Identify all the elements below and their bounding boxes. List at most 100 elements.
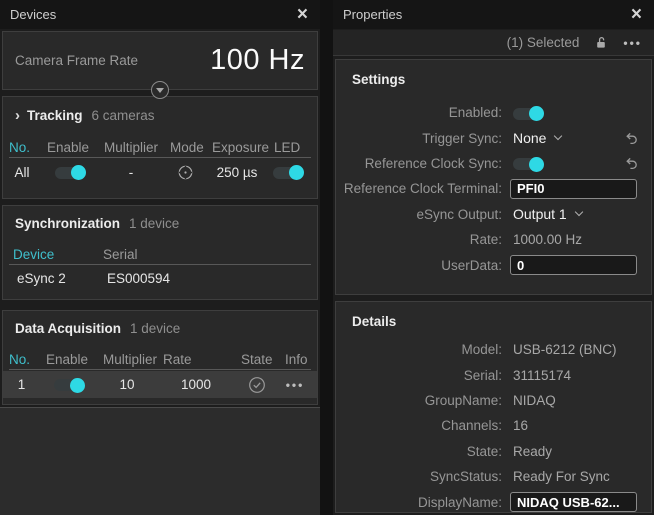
synchronization-header: Synchronization 1 device [3, 206, 317, 231]
displayname-label: DisplayName: [336, 495, 502, 510]
sync-table-header: Device Serial [3, 244, 317, 265]
tracking-row-exposure[interactable]: 250 µs [206, 165, 268, 180]
displayname-row: DisplayName: [336, 489, 651, 514]
esync-output-select[interactable]: Output 1 [513, 206, 582, 222]
daq-row-multiplier[interactable]: 10 [97, 377, 157, 392]
channels-row: Channels: 16 [336, 413, 651, 438]
col-info: Info [279, 352, 311, 367]
syncstatus-label: SyncStatus: [336, 469, 502, 484]
col-mode: Mode [164, 140, 206, 155]
settings-section: Settings Enabled: Trigger Sync: None [335, 59, 652, 295]
col-exposure: Exposure [206, 140, 268, 155]
esync-output-value: Output 1 [513, 206, 567, 222]
esync-output-row: eSync Output: Output 1 [336, 202, 651, 227]
rate-row: Rate: 1000.00 Hz [336, 227, 651, 252]
syncstatus-row: SyncStatus: Ready For Sync [336, 464, 651, 489]
sync-row-device: eSync 2 [3, 271, 93, 286]
serial-row: Serial: 31115174 [336, 362, 651, 387]
properties-titlebar: Properties × [333, 0, 654, 29]
properties-panel-title: Properties [343, 7, 402, 22]
col-enable: Enable [41, 140, 98, 155]
reference-clock-terminal-label: Reference Clock Terminal: [336, 181, 502, 196]
reference-clock-sync-row: Reference Clock Sync: [336, 151, 651, 176]
undo-icon [624, 156, 638, 170]
serial-value: 31115174 [513, 368, 571, 383]
unlock-icon[interactable] [595, 36, 607, 49]
reference-clock-terminal-row: Reference Clock Terminal: [336, 176, 651, 201]
col-serial: Serial [93, 247, 317, 262]
daq-info-menu-icon[interactable]: ••• [279, 378, 311, 392]
daq-row-no: 1 [3, 377, 40, 392]
tracking-enable-toggle[interactable] [55, 167, 85, 179]
serial-label: Serial: [336, 368, 502, 383]
rate-label: Rate: [336, 232, 502, 247]
userdata-row: UserData: [336, 252, 651, 277]
groupname-label: GroupName: [336, 393, 502, 408]
syncstatus-value: Ready For Sync [513, 469, 610, 484]
reference-clock-sync-reset-button[interactable] [624, 156, 638, 170]
undo-icon [624, 131, 638, 145]
expander-chevron-icon[interactable]: › [15, 107, 20, 124]
properties-toolbar: (1) Selected ••• [333, 30, 654, 56]
settings-title: Settings [336, 60, 651, 87]
synchronization-count: 1 device [129, 216, 179, 231]
daq-device-row-selected[interactable]: 1 10 1000 ••• [3, 371, 317, 398]
daq-enable-toggle[interactable] [54, 379, 84, 391]
properties-panel: Properties × (1) Selected ••• Settings E… [333, 0, 654, 515]
tracking-mode-icon[interactable] [177, 164, 194, 181]
model-value: USB-6212 (BNC) [513, 342, 617, 357]
sync-device-row[interactable]: eSync 2 ES000594 [3, 265, 317, 291]
model-row: Model: USB-6212 (BNC) [336, 337, 651, 362]
tracking-all-row[interactable]: All - 250 µs [3, 158, 317, 186]
chevron-down-icon [156, 88, 164, 93]
enabled-label: Enabled: [336, 105, 502, 120]
devices-panel-title: Devices [10, 7, 56, 22]
daq-row-rate[interactable]: 1000 [157, 377, 235, 392]
trigger-sync-select[interactable]: None [513, 130, 561, 146]
col-led: LED [268, 140, 307, 155]
chevron-down-icon [554, 132, 562, 140]
sync-row-serial: ES000594 [93, 271, 317, 286]
reference-clock-sync-toggle[interactable] [513, 158, 543, 170]
displayname-input[interactable] [510, 492, 637, 512]
model-label: Model: [336, 342, 502, 357]
data-acquisition-title: Data Acquisition [15, 321, 121, 336]
trigger-sync-reset-button[interactable] [624, 131, 638, 145]
selection-count: (1) Selected [507, 35, 580, 50]
col-state: State [235, 352, 279, 367]
frame-rate-value[interactable]: 100 Hz [210, 44, 305, 77]
devices-close-icon[interactable]: × [295, 7, 310, 23]
synchronization-title: Synchronization [15, 216, 120, 231]
col-no: No. [3, 352, 40, 367]
frame-rate-label: Camera Frame Rate [15, 53, 138, 68]
tracking-count: 6 cameras [92, 108, 155, 123]
data-acquisition-section: Data Acquisition 1 device No. Enable Mul… [2, 310, 318, 405]
tracking-title: Tracking [27, 108, 83, 123]
chevron-down-icon [574, 208, 582, 216]
groupname-row: GroupName: NIDAQ [336, 388, 651, 413]
tracking-led-toggle[interactable] [273, 167, 303, 179]
col-device: Device [3, 247, 93, 262]
data-acquisition-header: Data Acquisition 1 device [3, 311, 317, 336]
properties-close-icon[interactable]: × [629, 7, 644, 23]
devices-empty-area [0, 407, 320, 515]
reference-clock-terminal-input[interactable] [510, 179, 637, 199]
tracking-table-header: No. Enable Multiplier Mode Exposure LED [3, 137, 317, 158]
col-no: No. [3, 140, 41, 155]
enabled-toggle[interactable] [513, 108, 543, 120]
enabled-row: Enabled: [336, 100, 651, 125]
col-rate: Rate [157, 352, 235, 367]
esync-output-label: eSync Output: [336, 207, 502, 222]
tracking-header[interactable]: › Tracking 6 cameras [3, 97, 317, 124]
frame-rate-expand-button[interactable] [151, 81, 169, 99]
rate-value: 1000.00 Hz [513, 232, 582, 247]
userdata-input[interactable] [510, 255, 637, 275]
trigger-sync-value: None [513, 130, 546, 146]
trigger-sync-label: Trigger Sync: [336, 131, 502, 146]
state-label: State: [336, 444, 502, 459]
devices-panel: Devices × Camera Frame Rate 100 Hz › Tra… [0, 0, 320, 515]
col-multiplier: Multiplier [98, 140, 164, 155]
channels-label: Channels: [336, 418, 502, 433]
data-acquisition-count: 1 device [130, 321, 180, 336]
properties-menu-icon[interactable]: ••• [623, 36, 642, 50]
